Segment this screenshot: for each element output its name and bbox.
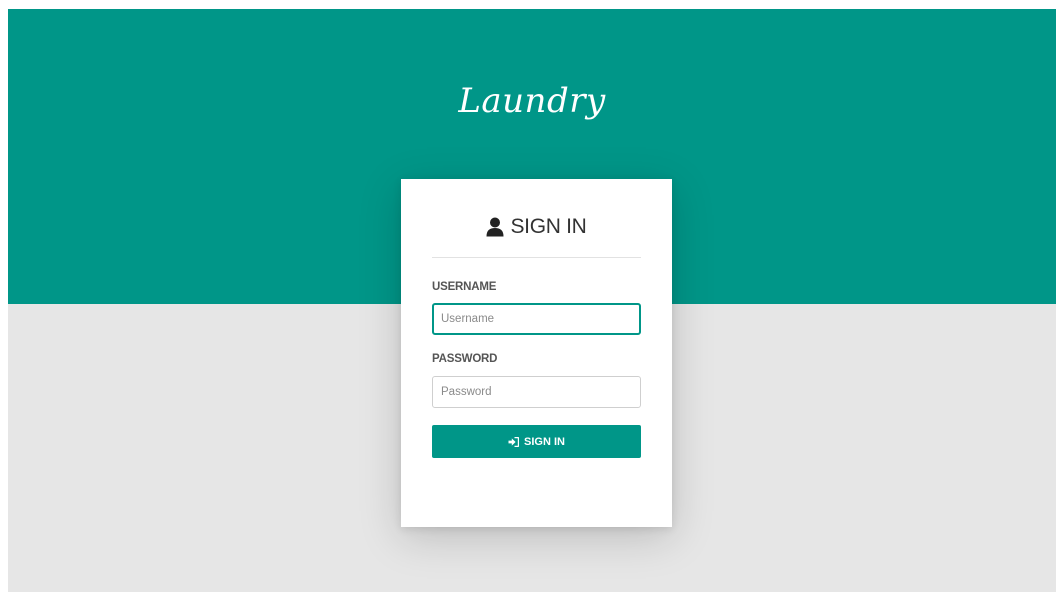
password-label: PASSWORD	[432, 353, 498, 365]
sign-in-button-label: SIGN IN	[524, 435, 565, 448]
username-input[interactable]	[432, 303, 641, 335]
user-icon	[486, 217, 504, 237]
brand-logo: Laundry	[458, 81, 606, 121]
page-frame: Laundry SIGN IN USERNAME PASSWORD	[8, 9, 1056, 592]
sign-in-button[interactable]: SIGN IN	[432, 425, 641, 458]
login-card-header: SIGN IN	[432, 215, 641, 258]
login-title-wrap: SIGN IN	[486, 215, 587, 239]
sign-in-icon	[508, 436, 520, 447]
login-card: SIGN IN USERNAME PASSWORD SIGN IN	[401, 179, 672, 527]
password-input[interactable]	[432, 376, 641, 408]
username-label: USERNAME	[432, 281, 497, 293]
login-title: SIGN IN	[510, 215, 587, 238]
